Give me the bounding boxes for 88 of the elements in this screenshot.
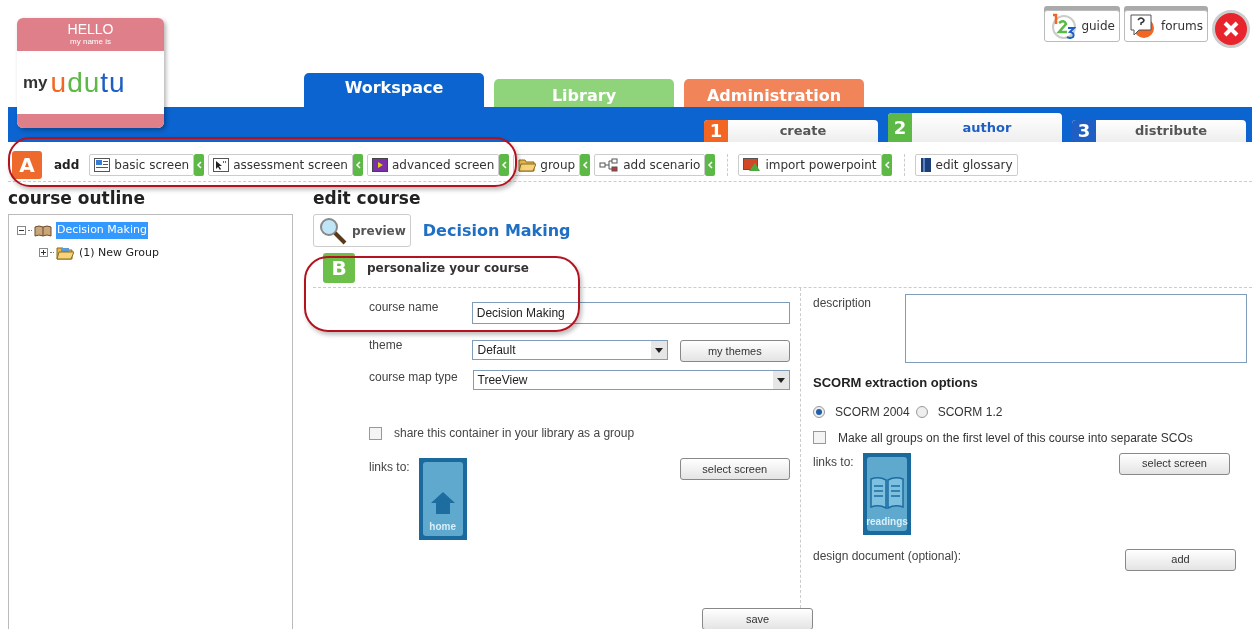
- chevron-left-icon: [355, 160, 361, 169]
- chevron-left-icon: [707, 160, 714, 169]
- toolbar-button[interactable]: group: [513, 153, 581, 176]
- menu-toggle[interactable]: [499, 153, 510, 176]
- folder-icon: [56, 245, 74, 260]
- radio-button[interactable]: [915, 405, 928, 418]
- step-badge: B: [323, 253, 355, 283]
- map-type-select[interactable]: TreeView: [472, 370, 790, 390]
- menu-toggle[interactable]: [580, 153, 591, 176]
- radio-label: SCORM 2004: [835, 403, 910, 421]
- toolbar-button[interactable]: add scenario: [594, 153, 706, 176]
- checkbox-label: share this container in your library as a group: [394, 425, 635, 442]
- field-label: theme: [369, 337, 404, 354]
- save-button[interactable]: save: [702, 608, 813, 629]
- book-icon: [34, 223, 52, 237]
- add-button[interactable]: add: [1125, 548, 1236, 571]
- menu-toggle[interactable]: [194, 153, 205, 176]
- select-screen-button[interactable]: select screen: [679, 458, 790, 480]
- field-label: course name: [369, 299, 440, 316]
- field-label: description: [813, 295, 873, 312]
- cursor-screen-icon: [213, 157, 230, 172]
- step-tab[interactable]: 3 distribute: [1072, 120, 1246, 142]
- book-icon: [919, 156, 932, 173]
- logo: my udutu: [22, 65, 127, 100]
- slides-icon: [743, 157, 762, 172]
- numbers-icon: [1049, 13, 1078, 39]
- radio-button[interactable]: [813, 405, 825, 418]
- toolbar-label: add: [54, 156, 80, 174]
- chevron-left-icon: [582, 160, 589, 169]
- toolbar-button[interactable]: advanced screen: [367, 153, 500, 176]
- screen-icon: [94, 157, 111, 172]
- step-label: author: [961, 118, 1013, 137]
- video-icon: [372, 157, 388, 172]
- panel-title: course outline: [8, 188, 146, 208]
- my-themes-button[interactable]: my themes: [679, 340, 790, 362]
- plus-icon: [40, 249, 47, 257]
- checkbox[interactable]: [813, 431, 826, 444]
- section-heading: SCORM extraction options: [813, 374, 979, 392]
- step-number: 3: [1072, 120, 1096, 142]
- select-screen-button[interactable]: select screen: [1119, 452, 1230, 475]
- step-label: distribute: [1133, 122, 1209, 141]
- tile-label: home: [429, 520, 456, 534]
- toolbar-button[interactable]: import powerpoint: [738, 153, 882, 176]
- collapse-toggle[interactable]: [17, 225, 26, 235]
- course-title: Decision Making: [422, 219, 571, 242]
- step-badge: A: [12, 150, 42, 179]
- logo-greeting: HELLO: [67, 22, 114, 37]
- toolbar-button[interactable]: basic screen: [89, 153, 195, 176]
- toolbar-button[interactable]: assessment screen: [208, 153, 353, 176]
- panel-title: edit course: [313, 188, 422, 208]
- open-book-icon: [869, 475, 905, 510]
- house-icon: [429, 491, 456, 515]
- section-title: personalize your course: [367, 260, 529, 277]
- theme-select[interactable]: Default: [472, 340, 668, 360]
- menu-toggle[interactable]: [705, 153, 716, 176]
- dropdown-icon: [773, 371, 789, 389]
- tree-item[interactable]: (1) New Group: [78, 244, 161, 261]
- folder-icon: [518, 157, 537, 172]
- field-label: course map type: [369, 369, 459, 386]
- menu-toggle[interactable]: [881, 153, 892, 176]
- search-icon: [318, 216, 348, 245]
- chevron-left-icon: [501, 160, 508, 169]
- logo-subtitle: my name is: [70, 37, 111, 47]
- step-tab[interactable]: 2 author: [888, 113, 1062, 142]
- step-number: 2: [888, 113, 912, 142]
- expand-toggle[interactable]: [39, 248, 48, 258]
- field-label: links to:: [813, 453, 855, 471]
- description-field[interactable]: [905, 294, 1247, 363]
- field-label: links to:: [369, 459, 411, 476]
- chevron-left-icon: [196, 160, 203, 169]
- flowchart-icon: [599, 157, 620, 172]
- toolbar-button[interactable]: edit glossary: [914, 153, 1018, 176]
- menu-toggle[interactable]: [353, 153, 363, 176]
- field-label: design document (optional):: [813, 547, 962, 565]
- preview-button[interactable]: preview: [313, 214, 411, 247]
- speech-bubble-icon: [1128, 13, 1157, 39]
- dropdown-icon: [650, 341, 667, 359]
- checkbox-label: Make all groups on the first level of this course into separate SCOs: [838, 429, 1193, 447]
- main-tab[interactable]: Workspace: [304, 73, 484, 107]
- close-button[interactable]: [1212, 10, 1250, 48]
- chevron-left-icon: [883, 160, 890, 169]
- step-number: 1: [704, 120, 728, 142]
- course-name-field[interactable]: Decision Making: [471, 302, 790, 324]
- radio-label: SCORM 1.2: [937, 403, 1003, 421]
- close-icon: [1222, 20, 1240, 38]
- step-tab[interactable]: 1 create: [704, 120, 878, 142]
- step-label: create: [778, 122, 828, 141]
- checkbox[interactable]: [369, 426, 382, 440]
